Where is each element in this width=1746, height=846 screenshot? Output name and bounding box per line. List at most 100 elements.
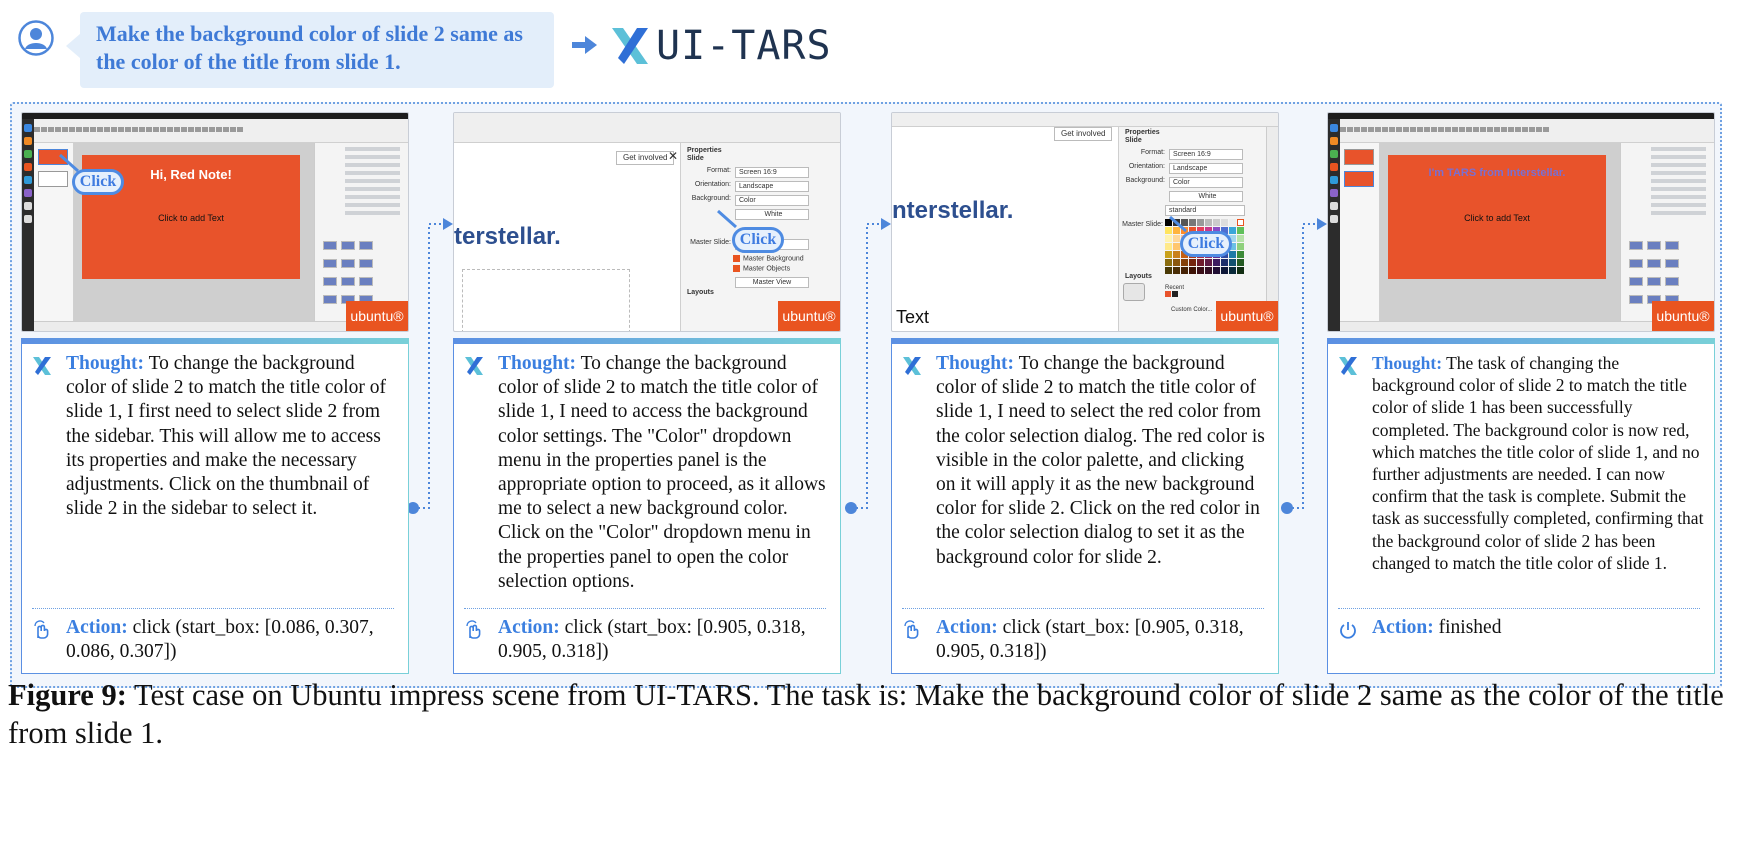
step-1-card: Thought: To change the background color … <box>21 338 409 674</box>
color-dropdown[interactable]: White <box>735 209 809 220</box>
click-pointer-icon <box>59 153 79 173</box>
thought-label: Thought: <box>1372 353 1443 373</box>
recent-colors[interactable] <box>1165 291 1185 297</box>
pointer-hand-icon <box>904 620 919 639</box>
background-label: Background: <box>691 195 731 202</box>
divider <box>902 608 1264 609</box>
get-involved-button[interactable]: Get involved <box>616 151 675 165</box>
slide-title-fragment: terstellar. <box>454 223 561 250</box>
background-label: Background: <box>1125 177 1165 184</box>
click-pointer-icon <box>717 209 737 229</box>
pointer-hand-icon <box>34 620 49 639</box>
impress-toolbar <box>1340 119 1714 143</box>
ubuntu-badge: ubuntu® <box>1216 301 1278 331</box>
layouts-section: Layouts <box>1125 273 1152 280</box>
ubuntu-dock <box>1328 119 1340 331</box>
step-2: Get involved ✕ terstellar. Properties Sl… <box>453 112 841 674</box>
ui-tars-x-logo-icon <box>612 28 648 64</box>
user-avatar-icon <box>18 20 54 56</box>
step-1-action: Action: click (start_box: [0.086, 0.307,… <box>66 616 392 664</box>
slide-preview[interactable]: I'm TARS from Interstellar. Click to add… <box>1388 155 1606 279</box>
orientation-label: Orientation: <box>694 181 731 188</box>
slide-canvas: I'm TARS from Interstellar. Click to add… <box>1380 143 1620 321</box>
impress-toolbar <box>892 113 1278 127</box>
click-marker: Click <box>732 227 784 253</box>
format-label: Format: <box>706 167 731 174</box>
properties-panel <box>314 143 408 321</box>
step-connector-1 <box>407 218 453 514</box>
action-label: Action: <box>936 617 998 638</box>
thought-text: To change the background color of slide … <box>498 353 826 592</box>
thought-label: Thought: <box>498 353 577 374</box>
tars-x-icon <box>33 357 51 375</box>
click-pointer-icon <box>1169 215 1187 233</box>
task-instruction: Make the background color of slide 2 sam… <box>66 12 554 88</box>
thought-text: The task of changing the background colo… <box>1372 353 1704 573</box>
slide-text-placeholder: Text <box>896 307 930 327</box>
slide-thumbnail-1[interactable] <box>1344 149 1374 165</box>
action-label: Action: <box>66 617 128 638</box>
power-icon <box>1340 622 1356 639</box>
format-select[interactable]: Screen 16:9 <box>735 167 809 178</box>
arrow-right-icon <box>572 36 597 54</box>
divider <box>464 608 826 609</box>
figure-caption: Figure 9: Test case on Ubuntu impress sc… <box>8 676 1738 752</box>
thought-label: Thought: <box>66 353 145 374</box>
action-label: Action: <box>1372 617 1434 638</box>
orientation-label: Orientation: <box>1128 163 1165 170</box>
layouts-section: Layouts <box>687 289 714 296</box>
thought-text: To change the background color of slide … <box>66 353 387 520</box>
panel-title: Properties <box>687 147 722 154</box>
divider <box>32 608 394 609</box>
thought-label: Thought: <box>936 353 1015 374</box>
master-view-button[interactable]: Master View <box>735 277 809 288</box>
ubuntu-badge: ubuntu® <box>778 301 840 331</box>
format-label: Format: <box>1140 149 1165 156</box>
step-4-thought: Thought: The task of changing the backgr… <box>1372 352 1704 574</box>
color-dropdown[interactable]: White <box>1169 191 1243 202</box>
format-select[interactable]: Screen 16:9 <box>1169 149 1243 160</box>
close-icon[interactable]: ✕ <box>668 149 678 163</box>
ubuntu-badge: ubuntu® <box>346 301 408 331</box>
custom-color-button[interactable]: Custom Color... <box>1171 307 1212 313</box>
step-4: I'm TARS from Interstellar. Click to add… <box>1327 112 1715 674</box>
panel-title: Properties <box>1125 129 1160 136</box>
logo-text: UI-TARS <box>656 23 832 69</box>
step-4-screenshot: I'm TARS from Interstellar. Click to add… <box>1327 112 1715 332</box>
step-3: Get involved nterstellar. Text Propertie… <box>891 112 1279 674</box>
ubuntu-badge: ubuntu® <box>1652 301 1714 331</box>
action-label: Action: <box>498 617 560 638</box>
slide-sidebar <box>1340 143 1380 321</box>
properties-panel <box>1620 143 1714 321</box>
layout-thumbnail[interactable] <box>1123 283 1145 301</box>
step-1-screenshot: Hi, Red Note! Click to add Text Click ub… <box>21 112 409 332</box>
step-3-action: Action: click (start_box: [0.905, 0.318,… <box>936 616 1262 664</box>
action-text: finished <box>1438 617 1502 638</box>
slide-body-text: Click to add Text <box>1464 213 1530 223</box>
step-3-screenshot: Get involved nterstellar. Text Propertie… <box>891 112 1279 332</box>
master-slide-label: Master Slide: <box>1122 221 1163 228</box>
master-slide-label: Master Slide: <box>690 239 731 246</box>
step-2-card: Thought: To change the background color … <box>453 338 841 674</box>
slide-title-text: I'm TARS from Interstellar. <box>1428 167 1566 179</box>
thought-text: To change the background color of slide … <box>936 353 1265 568</box>
master-background-checkbox[interactable]: Master Background <box>733 255 804 262</box>
pointer-hand-icon <box>466 620 481 639</box>
tars-x-icon <box>903 357 921 375</box>
background-select[interactable]: Color <box>1169 177 1243 188</box>
step-1: Hi, Red Note! Click to add Text Click ub… <box>21 112 409 674</box>
get-involved-button[interactable]: Get involved <box>1054 127 1113 141</box>
orientation-select[interactable]: Landscape <box>1169 163 1243 174</box>
impress-toolbar <box>454 113 840 143</box>
tars-x-icon <box>465 357 483 375</box>
tars-x-icon <box>1339 357 1357 375</box>
slide-placeholder-box <box>462 269 630 331</box>
slide-body-text: Click to add Text <box>158 213 224 223</box>
impress-toolbar <box>34 119 408 143</box>
background-select[interactable]: Color <box>735 195 809 206</box>
slide-thumbnail-2[interactable] <box>1344 171 1374 187</box>
step-1-thought: Thought: To change the background color … <box>66 352 398 521</box>
master-objects-checkbox[interactable]: Master Objects <box>733 265 790 272</box>
orientation-select[interactable]: Landscape <box>735 181 809 192</box>
step-connector-3 <box>1281 218 1327 514</box>
